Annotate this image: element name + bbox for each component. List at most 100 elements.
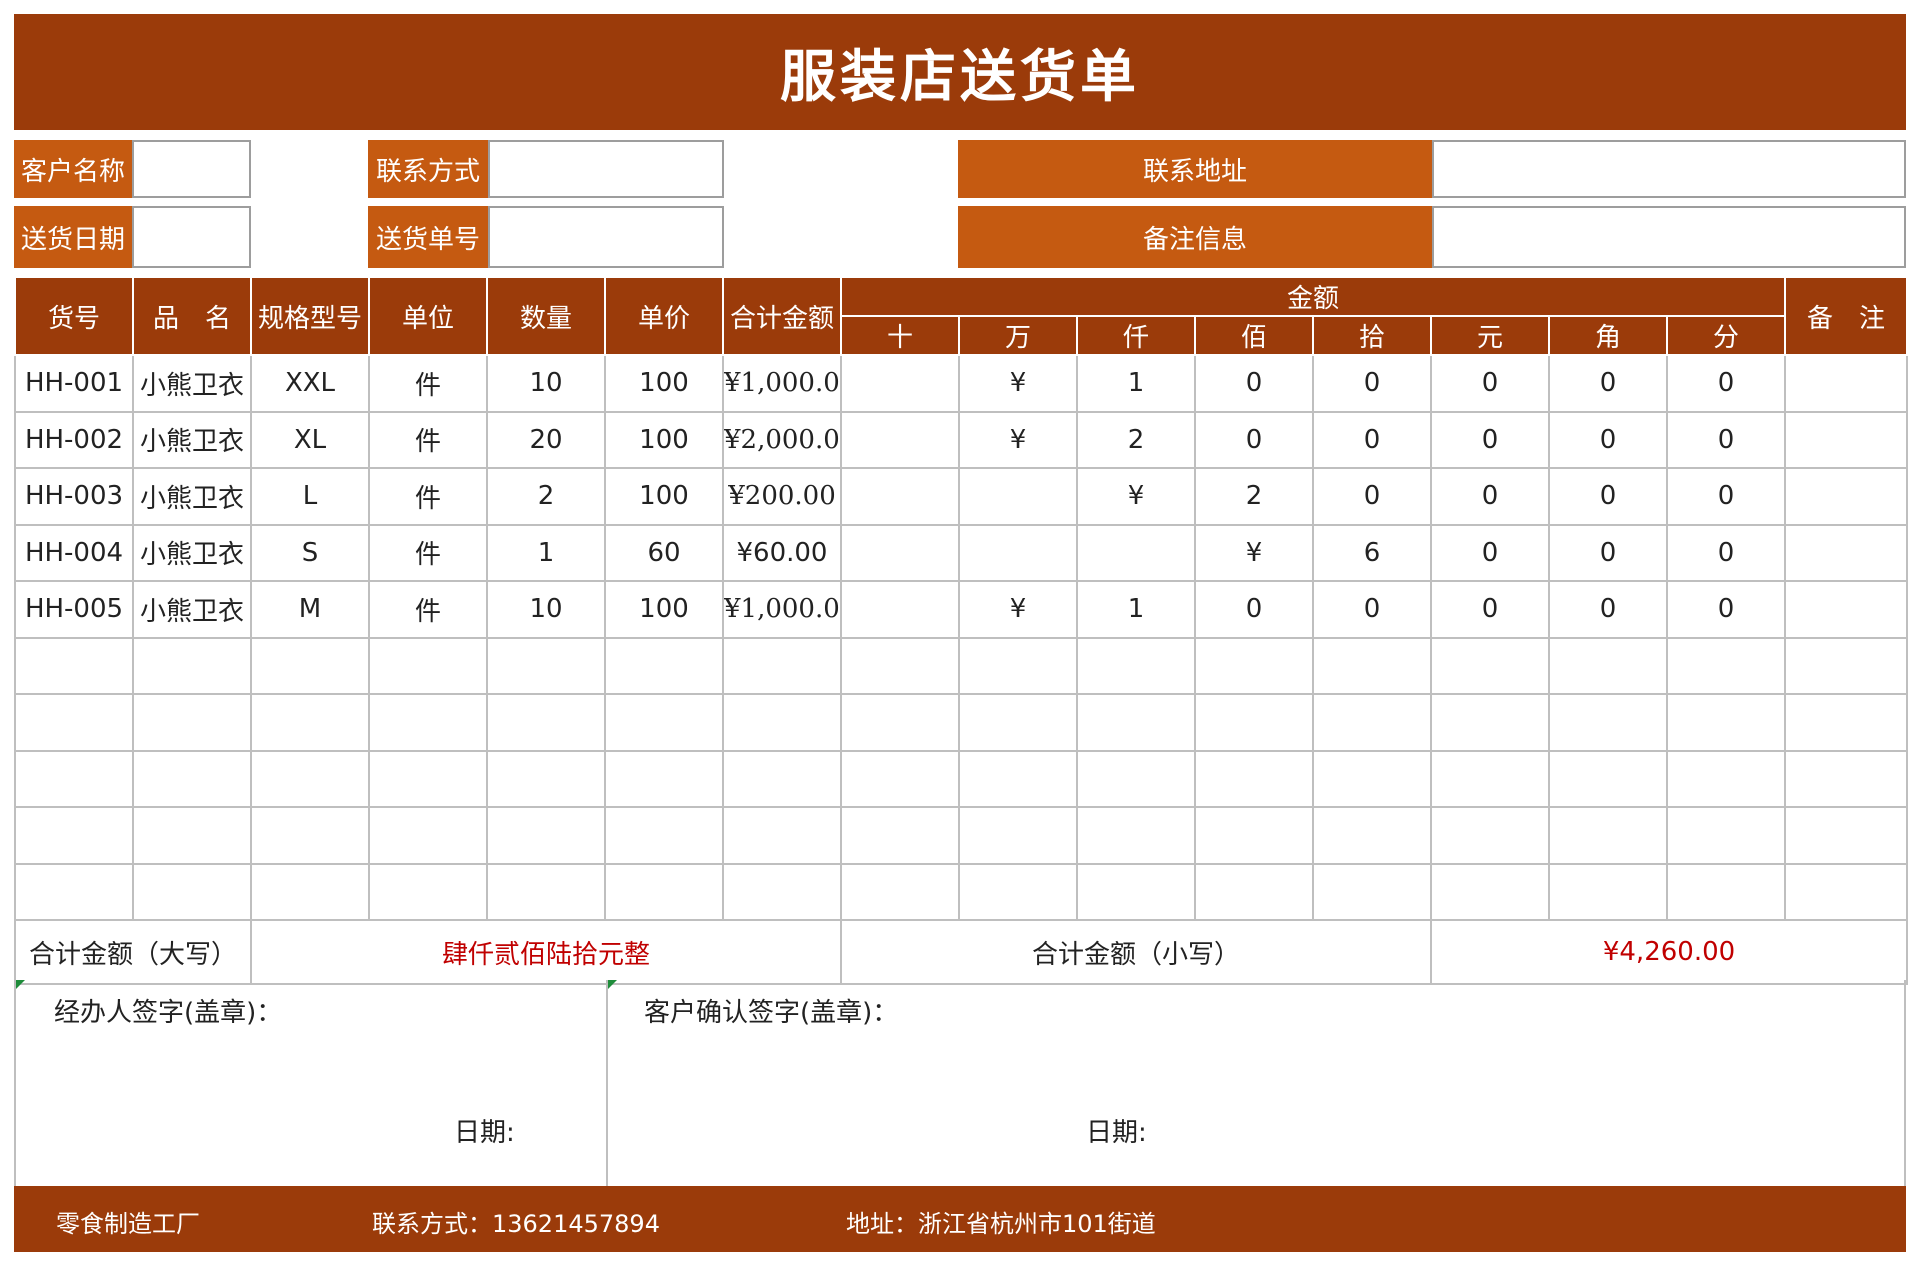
cell-name[interactable]: 小熊卫衣: [132, 523, 252, 582]
cell-digit[interactable]: 2: [1076, 410, 1196, 469]
cell-remark[interactable]: [1784, 354, 1909, 413]
cell-digit[interactable]: 0: [1312, 467, 1432, 526]
cell-empty[interactable]: [250, 749, 370, 808]
cell-digit[interactable]: ¥: [958, 580, 1078, 639]
cell-digit[interactable]: [1076, 523, 1196, 582]
cell-digit[interactable]: 0: [1312, 580, 1432, 639]
cell-digit[interactable]: [840, 410, 960, 469]
cell-remark[interactable]: [1784, 523, 1909, 582]
cell-remark[interactable]: [1784, 580, 1909, 639]
cell-empty[interactable]: [1194, 636, 1314, 695]
cell-digit[interactable]: 0: [1665, 467, 1787, 526]
cell-empty[interactable]: [840, 749, 960, 808]
cell-digit[interactable]: 0: [1548, 410, 1668, 469]
cell-digit[interactable]: ¥: [958, 410, 1078, 469]
cell-empty[interactable]: [1548, 636, 1668, 695]
cell-digit[interactable]: 0: [1548, 467, 1668, 526]
cell-empty[interactable]: [1784, 693, 1909, 752]
cell-spec[interactable]: L: [250, 467, 370, 526]
cell-digit[interactable]: 0: [1430, 354, 1550, 413]
cell-name[interactable]: 小熊卫衣: [132, 410, 252, 469]
cell-empty[interactable]: [1312, 693, 1432, 752]
cell-digit[interactable]: 0: [1194, 410, 1314, 469]
cell-empty[interactable]: [1312, 636, 1432, 695]
cell-digit[interactable]: 0: [1430, 467, 1550, 526]
cell-spec[interactable]: XXL: [250, 354, 370, 413]
cell-empty[interactable]: [486, 806, 606, 865]
contact-field[interactable]: [488, 140, 724, 198]
cell-empty[interactable]: [958, 636, 1078, 695]
cell-empty[interactable]: [1430, 862, 1550, 921]
cell-empty[interactable]: [1665, 693, 1787, 752]
cell-digit[interactable]: 0: [1430, 523, 1550, 582]
cell-digit[interactable]: [840, 467, 960, 526]
cell-empty[interactable]: [604, 749, 724, 808]
cell-total[interactable]: ¥2,000.00: [722, 410, 842, 469]
cell-empty[interactable]: [840, 693, 960, 752]
cell-qty[interactable]: 10: [486, 580, 606, 639]
cell-empty[interactable]: [14, 693, 134, 752]
total-lower-value[interactable]: ¥4,260.00: [1429, 919, 1909, 985]
remark-info-field[interactable]: [1432, 206, 1906, 268]
cell-empty[interactable]: [486, 693, 606, 752]
cell-digit[interactable]: 1: [1076, 580, 1196, 639]
cell-digit[interactable]: 0: [1665, 580, 1787, 639]
cell-code[interactable]: HH-002: [14, 410, 134, 469]
cell-empty[interactable]: [1312, 749, 1432, 808]
cell-code[interactable]: HH-004: [14, 523, 134, 582]
cell-empty[interactable]: [1076, 693, 1196, 752]
cell-digit[interactable]: 0: [1665, 354, 1787, 413]
cell-empty[interactable]: [1548, 749, 1668, 808]
cell-digit[interactable]: 0: [1194, 580, 1314, 639]
cell-empty[interactable]: [1430, 749, 1550, 808]
handler-signature-box[interactable]: 经办人签字(盖章)： 日期:: [16, 980, 608, 1186]
cell-empty[interactable]: [486, 862, 606, 921]
cell-digit[interactable]: 6: [1312, 523, 1432, 582]
cell-qty[interactable]: 2: [486, 467, 606, 526]
cell-empty[interactable]: [368, 862, 488, 921]
cell-unit[interactable]: 件: [368, 523, 488, 582]
cell-empty[interactable]: [132, 693, 252, 752]
cell-digit[interactable]: 0: [1548, 523, 1668, 582]
cell-code[interactable]: HH-003: [14, 467, 134, 526]
cell-digit[interactable]: [958, 523, 1078, 582]
cell-digit[interactable]: 0: [1312, 354, 1432, 413]
cell-spec[interactable]: S: [250, 523, 370, 582]
cell-empty[interactable]: [1784, 806, 1909, 865]
cell-empty[interactable]: [1194, 693, 1314, 752]
cell-empty[interactable]: [132, 806, 252, 865]
cell-name[interactable]: 小熊卫衣: [132, 467, 252, 526]
cell-empty[interactable]: [1194, 806, 1314, 865]
cell-empty[interactable]: [722, 806, 842, 865]
cell-empty[interactable]: [604, 862, 724, 921]
cell-empty[interactable]: [14, 749, 134, 808]
cell-empty[interactable]: [1548, 806, 1668, 865]
cell-digit[interactable]: 0: [1665, 523, 1787, 582]
cell-code[interactable]: HH-001: [14, 354, 134, 413]
cell-empty[interactable]: [250, 806, 370, 865]
cell-empty[interactable]: [368, 749, 488, 808]
cell-digit[interactable]: [840, 523, 960, 582]
cell-price[interactable]: 100: [604, 580, 724, 639]
cell-empty[interactable]: [840, 806, 960, 865]
cell-empty[interactable]: [958, 749, 1078, 808]
customer-signature-box[interactable]: 客户确认签字(盖章)： 日期:: [608, 980, 1904, 1186]
cell-empty[interactable]: [132, 636, 252, 695]
cell-spec[interactable]: M: [250, 580, 370, 639]
cell-digit[interactable]: ¥: [958, 354, 1078, 413]
cell-digit[interactable]: 1: [1076, 354, 1196, 413]
cell-empty[interactable]: [250, 636, 370, 695]
cell-empty[interactable]: [1076, 749, 1196, 808]
cell-empty[interactable]: [132, 749, 252, 808]
cell-empty[interactable]: [368, 636, 488, 695]
order-no-field[interactable]: [488, 206, 724, 268]
cell-digit[interactable]: 0: [1665, 410, 1787, 469]
cell-empty[interactable]: [1076, 862, 1196, 921]
cell-total[interactable]: ¥1,000.00: [722, 580, 842, 639]
cell-remark[interactable]: [1784, 467, 1909, 526]
cell-qty[interactable]: 10: [486, 354, 606, 413]
cell-empty[interactable]: [1194, 862, 1314, 921]
cell-digit[interactable]: 0: [1194, 354, 1314, 413]
cell-digit[interactable]: 0: [1548, 580, 1668, 639]
cell-digit[interactable]: 2: [1194, 467, 1314, 526]
